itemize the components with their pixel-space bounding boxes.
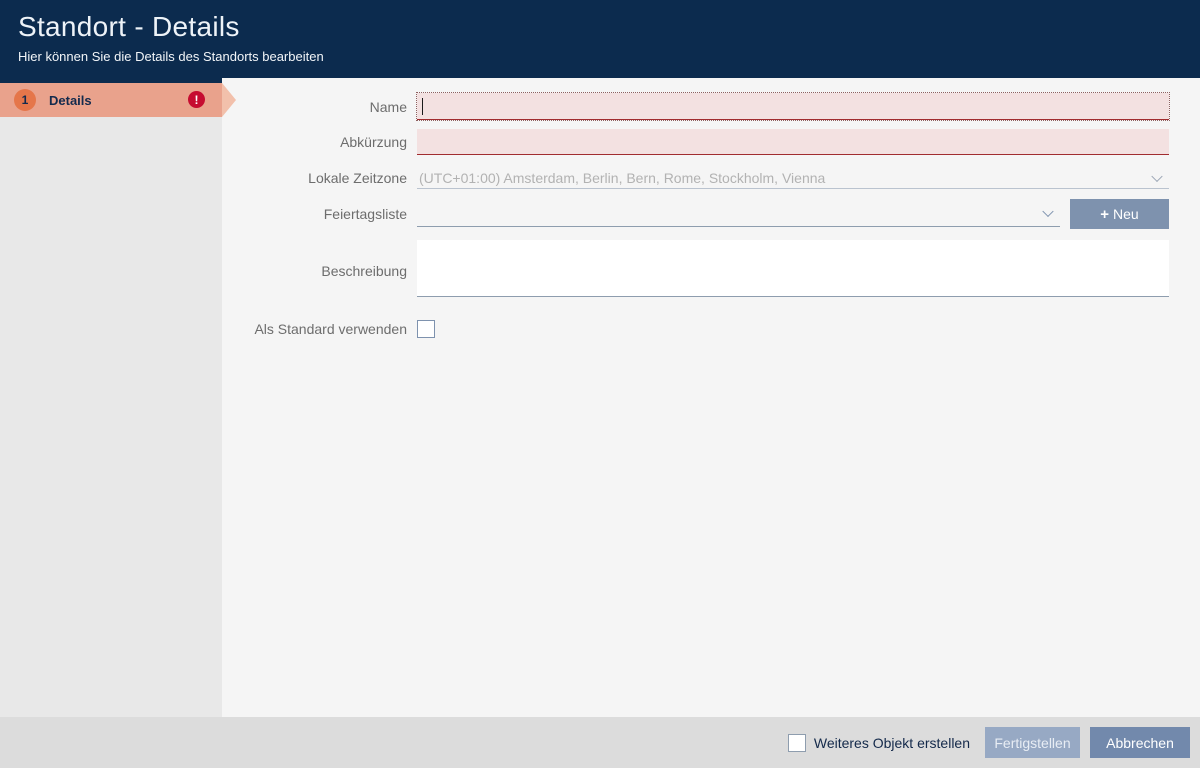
name-input[interactable]	[417, 93, 1169, 120]
description-label: Beschreibung	[222, 263, 407, 279]
footer-bar: Weiteres Objekt erstellen Fertigstellen …	[0, 717, 1200, 768]
step-number-badge: 1	[14, 89, 36, 111]
error-icon: !	[188, 91, 205, 108]
page-header: Standort - Details Hier können Sie die D…	[0, 0, 1200, 78]
abbreviation-label: Abkürzung	[222, 134, 407, 150]
abbreviation-row: Abkürzung	[222, 129, 1200, 155]
wizard-step-details[interactable]: 1 Details !	[0, 83, 222, 117]
timezone-dropdown: (UTC+01:00) Amsterdam, Berlin, Bern, Rom…	[417, 167, 1169, 189]
create-another-label: Weiteres Objekt erstellen	[814, 735, 970, 751]
form-panel: Name Abkürzung Lokale Zeitzone (UTC+01:0…	[222, 78, 1200, 717]
use-as-default-checkbox[interactable]	[417, 320, 435, 338]
step-arrow-icon	[222, 83, 236, 117]
step-label: Details	[49, 93, 92, 108]
plus-icon: +	[1100, 206, 1109, 223]
cancel-button[interactable]: Abbrechen	[1090, 727, 1190, 758]
new-button-label: Neu	[1113, 206, 1139, 222]
description-row: Beschreibung	[222, 240, 1200, 302]
wizard-step-sidebar: 1 Details !	[0, 78, 222, 717]
standort-details-window: Standort - Details Hier können Sie die D…	[0, 0, 1200, 768]
new-holiday-list-button[interactable]: + Neu	[1070, 199, 1169, 229]
holiday-list-row: Feiertagsliste + Neu	[222, 200, 1200, 229]
finish-button[interactable]: Fertigstellen	[985, 727, 1080, 758]
name-label: Name	[222, 99, 407, 115]
chevron-down-icon	[1042, 206, 1053, 217]
description-textarea[interactable]	[417, 240, 1169, 297]
name-row: Name	[222, 93, 1200, 120]
abbreviation-input[interactable]	[417, 129, 1169, 155]
use-as-default-row: Als Standard verwenden	[222, 320, 1200, 338]
body: 1 Details ! Name Abkürzung	[0, 78, 1200, 717]
text-caret	[422, 98, 423, 115]
use-as-default-label: Als Standard verwenden	[222, 321, 407, 337]
create-another-checkbox[interactable]	[788, 734, 806, 752]
page-subtitle: Hier können Sie die Details des Standort…	[18, 49, 1200, 64]
holiday-list-dropdown[interactable]	[417, 200, 1060, 227]
timezone-label: Lokale Zeitzone	[222, 170, 407, 186]
page-title: Standort - Details	[18, 10, 1200, 44]
timezone-row: Lokale Zeitzone (UTC+01:00) Amsterdam, B…	[222, 167, 1200, 189]
holiday-list-label: Feiertagsliste	[222, 206, 407, 222]
